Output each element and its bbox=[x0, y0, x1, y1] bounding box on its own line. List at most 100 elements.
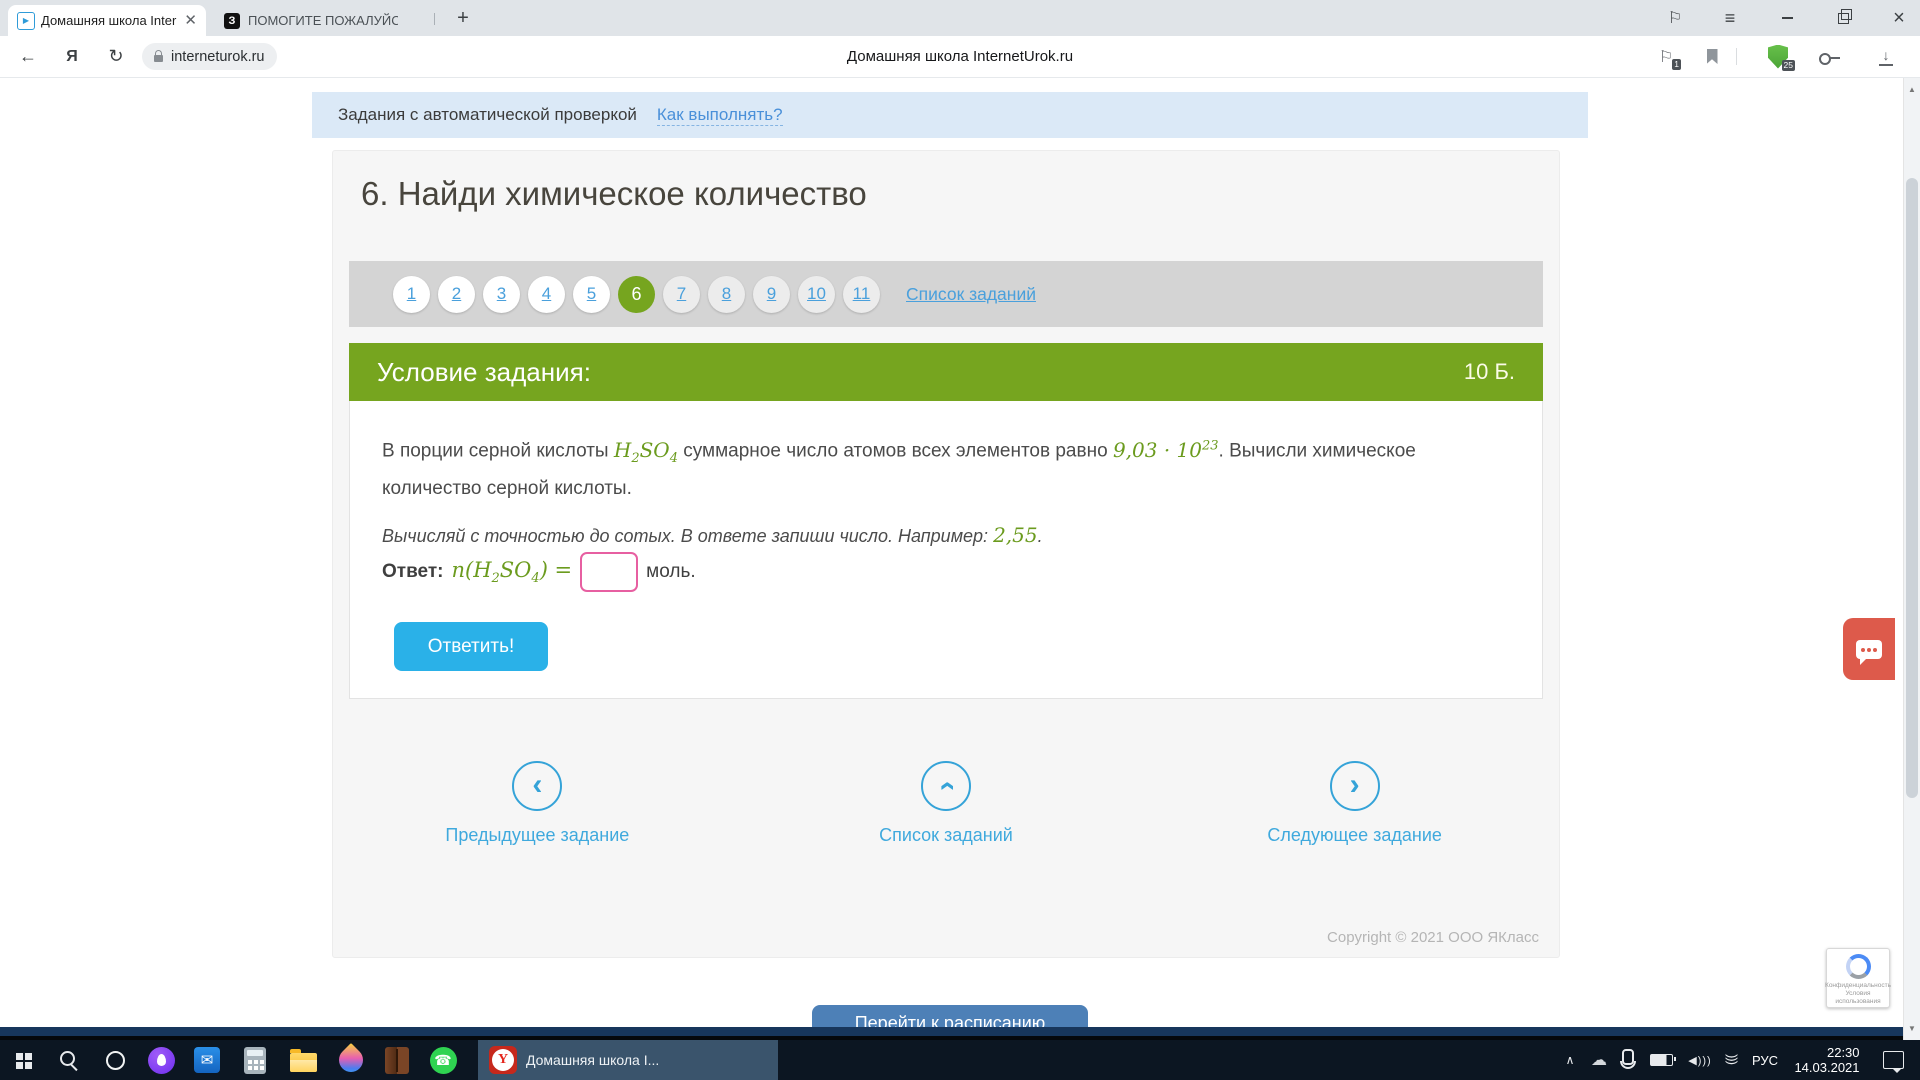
task-page-7[interactable]: 7 bbox=[663, 276, 700, 313]
task-nav: ‹ Предыдущее задание › Список заданий › … bbox=[333, 761, 1559, 846]
answer-input[interactable] bbox=[580, 552, 638, 592]
collections-button[interactable]: ⚐ 1 bbox=[1648, 36, 1684, 77]
notification-bubble-icon bbox=[1883, 1051, 1904, 1069]
znanija-favicon-icon: З bbox=[224, 13, 240, 29]
scroll-down-icon[interactable]: ▼ bbox=[1904, 1024, 1920, 1033]
restore-icon bbox=[1838, 13, 1849, 24]
recaptcha-privacy: Конфиденциальность bbox=[1825, 982, 1891, 989]
tab-inactive[interactable]: З ПОМОГИТЕ ПОЖАЛУЙСТ bbox=[214, 5, 422, 36]
action-center-button[interactable] bbox=[1879, 1040, 1920, 1080]
protect-button[interactable]: 25 bbox=[1760, 36, 1796, 77]
tab-active[interactable]: ▶ Домашняя школа Inter ✕ bbox=[8, 5, 206, 36]
chat-widget-button[interactable] bbox=[1843, 618, 1895, 680]
interneturok-favicon-icon: ▶ bbox=[17, 12, 35, 30]
ring-icon bbox=[106, 1051, 125, 1070]
condition-title: Условие задания: bbox=[377, 357, 591, 388]
task-list-link[interactable]: Список заданий bbox=[906, 284, 1036, 305]
file-explorer-button[interactable] bbox=[280, 1040, 326, 1080]
task-page-9[interactable]: 9 bbox=[753, 276, 790, 313]
download-icon: ↓ bbox=[1878, 47, 1894, 66]
next-task-button[interactable]: › Следующее задание bbox=[1150, 761, 1559, 846]
how-to-link[interactable]: Как выполнять? bbox=[657, 105, 783, 126]
task-hint: Вычисляй с точностью до сотых. В ответе … bbox=[382, 523, 1043, 547]
chat-bubble-icon bbox=[1856, 640, 1882, 659]
footer-band bbox=[0, 1027, 1920, 1036]
mail-app-button[interactable]: ✉ bbox=[184, 1040, 230, 1080]
search-icon bbox=[60, 1051, 75, 1066]
answer-label: Ответ: bbox=[382, 561, 443, 583]
tray-expand-icon[interactable]: ∧ bbox=[1556, 1040, 1584, 1080]
task-page-11[interactable]: 11 bbox=[843, 276, 880, 313]
scroll-up-icon[interactable]: ▲ bbox=[1904, 85, 1920, 94]
windows-taskbar: ✉ ☎ Y Домашняя школа I... ∧ ☁ ◀))) ((( Р… bbox=[0, 1040, 1920, 1080]
downloads-button[interactable]: ↓ bbox=[1868, 36, 1904, 77]
scrollbar[interactable]: ▲ ▼ bbox=[1903, 78, 1920, 1040]
tab-close-icon[interactable]: ✕ bbox=[184, 13, 197, 28]
answer-row: Ответ: n(H2SO4) = моль. bbox=[382, 551, 696, 593]
alice-app-button[interactable] bbox=[138, 1040, 184, 1080]
task-card: 6. Найди химическое количество 1 2 3 4 5… bbox=[332, 150, 1560, 958]
task-page-3[interactable]: 3 bbox=[483, 276, 520, 313]
battery-tray-button[interactable] bbox=[1646, 1040, 1683, 1080]
whatsapp-button[interactable]: ☎ bbox=[420, 1040, 466, 1080]
formula-h2so4: H2SO4 bbox=[614, 438, 678, 462]
cortana-button[interactable] bbox=[92, 1040, 138, 1080]
prev-task-button[interactable]: ‹ Предыдущее задание bbox=[333, 761, 742, 846]
condition-points: 10 Б. bbox=[1464, 359, 1515, 385]
task-pagination: 1 2 3 4 5 6 7 8 9 10 11 Список заданий bbox=[349, 261, 1543, 327]
color-drop-icon bbox=[334, 1043, 368, 1077]
task-heading: 6. Найди химическое количество bbox=[361, 175, 867, 213]
screen: ▶ Домашняя школа Inter ✕ З ПОМОГИТЕ ПОЖА… bbox=[0, 0, 1920, 1080]
pennant-icon: ⚐ bbox=[1659, 47, 1673, 67]
recaptcha-badge[interactable]: КонфиденциальностьУсловия использования bbox=[1826, 948, 1890, 1008]
task-body: В порции серной кислоты H2SO4 суммарное … bbox=[349, 401, 1543, 699]
clock[interactable]: 22:3014.03.2021 bbox=[1787, 1040, 1867, 1080]
tab-title: ПОМОГИТЕ ПОЖАЛУЙСТ bbox=[248, 13, 398, 28]
task-list-button[interactable]: › Список заданий bbox=[742, 761, 1151, 846]
new-tab-button[interactable]: + bbox=[448, 0, 478, 36]
calculator-app-button[interactable] bbox=[232, 1040, 278, 1080]
restore-button[interactable] bbox=[1818, 0, 1868, 36]
sidebar-panel-button[interactable]: ⚐ bbox=[1650, 0, 1700, 36]
page-content: Задания с автоматической проверкой Как в… bbox=[0, 78, 1920, 1040]
refresh-button[interactable]: ↻ bbox=[96, 36, 136, 77]
whatsapp-phone-icon: ☎ bbox=[430, 1047, 457, 1074]
start-button[interactable] bbox=[0, 1040, 46, 1080]
onedrive-cloud-icon[interactable]: ☁ bbox=[1584, 1040, 1614, 1080]
task-page-6-active[interactable]: 6 bbox=[618, 276, 655, 313]
paint3d-app-button[interactable] bbox=[328, 1040, 374, 1080]
browser-menu-button[interactable]: ≡ bbox=[1705, 0, 1755, 36]
yandex-browser-icon: Y bbox=[489, 1046, 517, 1074]
task-page-10[interactable]: 10 bbox=[798, 276, 835, 313]
minimize-button[interactable] bbox=[1762, 0, 1812, 36]
book-app-button[interactable] bbox=[374, 1040, 420, 1080]
recaptcha-terms: Условия использования bbox=[1835, 990, 1880, 1005]
wifi-tray-button[interactable]: ((( bbox=[1710, 1047, 1750, 1073]
close-window-button[interactable]: × bbox=[1874, 0, 1920, 36]
bookmark-button[interactable] bbox=[1694, 36, 1730, 77]
tray-date: 14.03.2021 bbox=[1794, 1060, 1859, 1075]
tab-separator bbox=[434, 13, 435, 25]
back-button[interactable]: ← bbox=[8, 36, 48, 77]
banner-text: Задания с автоматической проверкой bbox=[338, 105, 637, 125]
task-page-5[interactable]: 5 bbox=[573, 276, 610, 313]
mail-icon: ✉ bbox=[194, 1047, 220, 1073]
yandex-button[interactable]: Я bbox=[52, 36, 92, 77]
task-page-8[interactable]: 8 bbox=[708, 276, 745, 313]
task-page-1[interactable]: 1 bbox=[393, 276, 430, 313]
scrollbar-thumb[interactable] bbox=[1906, 178, 1918, 798]
microphone-tray-button[interactable] bbox=[1614, 1040, 1646, 1080]
submit-answer-button[interactable]: Ответить! bbox=[394, 622, 548, 671]
browser-tab-bar: ▶ Домашняя школа Inter ✕ З ПОМОГИТЕ ПОЖА… bbox=[0, 0, 1920, 36]
active-app-yandex-browser[interactable]: Y Домашняя школа I... bbox=[478, 1040, 778, 1080]
hint-example-value: 2,55 bbox=[993, 523, 1038, 547]
system-tray: ∧ ☁ ◀))) ((( РУС 22:3014.03.2021 bbox=[1556, 1040, 1920, 1080]
task-page-2[interactable]: 2 bbox=[438, 276, 475, 313]
search-button[interactable] bbox=[46, 1040, 92, 1080]
calculator-icon bbox=[244, 1047, 266, 1074]
url-field[interactable]: interneturok.ru bbox=[142, 43, 277, 70]
battery-icon bbox=[1650, 1054, 1673, 1066]
task-page-4[interactable]: 4 bbox=[528, 276, 565, 313]
atoms-count-value: 9,03 · 1023 bbox=[1113, 438, 1219, 462]
password-manager-button[interactable] bbox=[1812, 36, 1848, 77]
